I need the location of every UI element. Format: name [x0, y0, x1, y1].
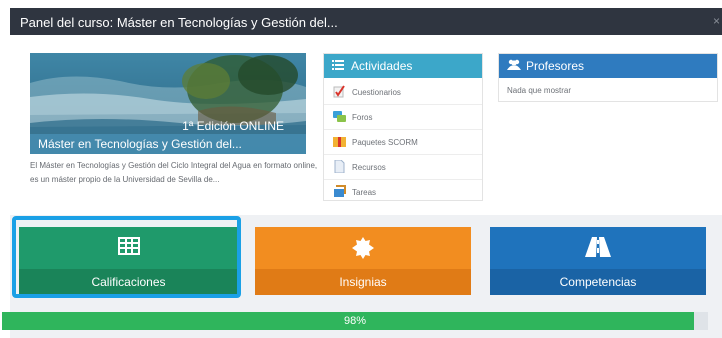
panel-title: Panel del curso: Máster en Tecnologías y…: [20, 15, 338, 30]
activity-label[interactable]: Tareas: [352, 188, 376, 197]
activity-item-assignments[interactable]: Tareas: [324, 180, 482, 204]
assignment-icon: [333, 185, 346, 198]
course-description: El Máster en Tecnologías y Gestión del C…: [30, 161, 318, 184]
course-edition: 1ª Edición ONLINE: [182, 119, 284, 133]
activity-item-quizzes[interactable]: Cuestionarios: [324, 80, 482, 105]
quiz-icon: [333, 85, 346, 98]
activity-label[interactable]: Cuestionarios: [352, 88, 401, 97]
activity-item-forums[interactable]: Foros: [324, 105, 482, 130]
activity-label[interactable]: Recursos: [352, 163, 386, 172]
progress-label: 98%: [343, 315, 367, 327]
tile-label[interactable]: Insignias: [255, 275, 471, 289]
close-icon[interactable]: ×: [713, 14, 720, 28]
users-icon: [507, 59, 521, 73]
teachers-header: Profesores: [499, 54, 717, 78]
selected-tile-highlight: [12, 216, 241, 298]
badges-tile[interactable]: Insignias: [255, 227, 471, 295]
activity-item-scorm[interactable]: Paquetes SCORM: [324, 130, 482, 155]
course-image[interactable]: 1ª Edición ONLINE Máster en Tecnologías …: [30, 53, 306, 154]
teachers-title: Profesores: [526, 59, 585, 73]
competencies-tile[interactable]: Competencias: [490, 227, 706, 295]
resource-file-icon: [333, 159, 346, 174]
scorm-package-icon: [333, 135, 346, 148]
teachers-empty-text: Nada que mostrar: [507, 86, 572, 95]
activities-box: Actividades Cuestionarios Foros Paquetes…: [323, 53, 483, 201]
activities-header: Actividades: [324, 54, 482, 78]
badge-icon: [352, 237, 374, 264]
activity-label[interactable]: Paquetes SCORM: [352, 138, 418, 147]
activity-label[interactable]: Foros: [352, 113, 372, 122]
road-icon: [585, 237, 611, 262]
title-bar: Panel del curso: Máster en Tecnologías y…: [10, 8, 722, 35]
forum-icon: [333, 110, 346, 123]
tile-label[interactable]: Competencias: [490, 275, 706, 289]
activities-title: Actividades: [351, 59, 413, 73]
teachers-box: Profesores Nada que mostrar: [498, 53, 718, 102]
course-progress-bar: 98%: [2, 312, 708, 330]
list-icon: [332, 59, 344, 73]
course-name[interactable]: Máster en Tecnologías y Gestión del...: [38, 137, 242, 151]
course-name-bar[interactable]: Máster en Tecnologías y Gestión del...: [30, 134, 306, 154]
activity-item-resources[interactable]: Recursos: [324, 155, 482, 180]
